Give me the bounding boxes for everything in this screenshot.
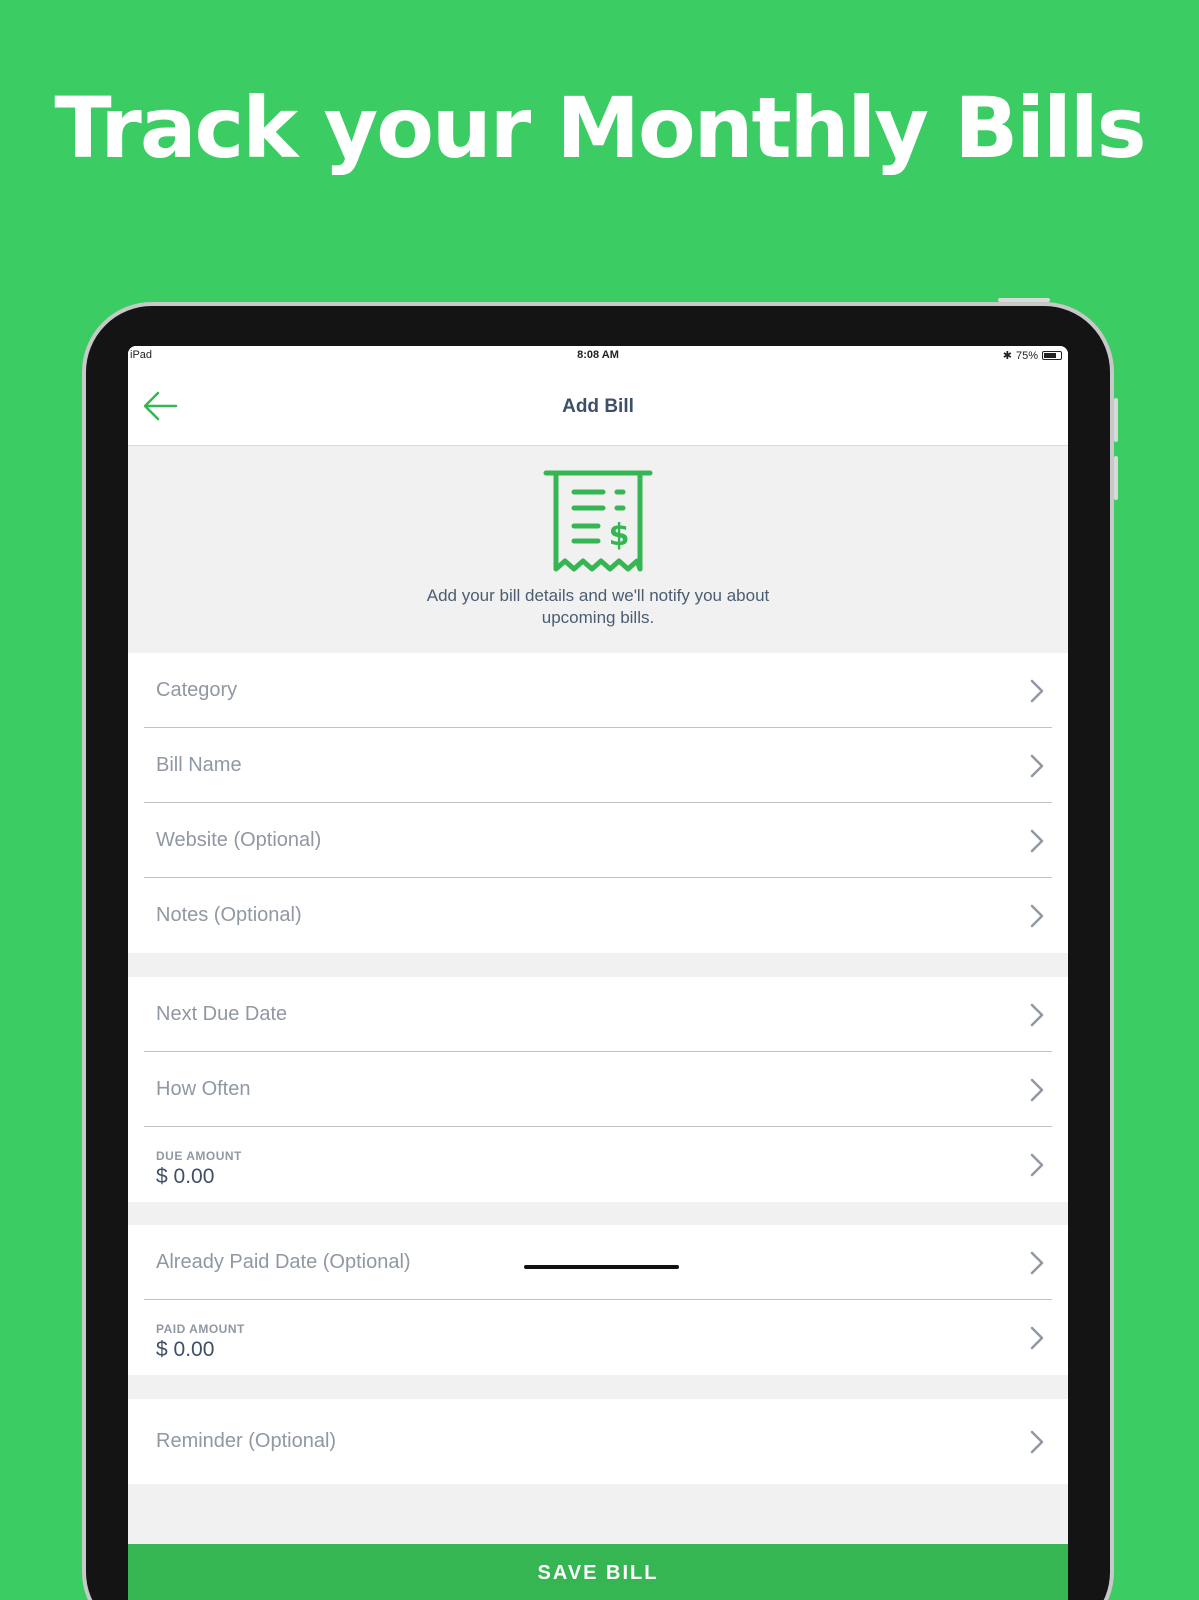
payment-section: Already Paid Date (Optional) PAID AMOUNT… xyxy=(128,1225,1068,1375)
bill-info-section: Category Bill Name Website (Optional) No… xyxy=(128,653,1068,953)
chevron-right-icon xyxy=(1030,754,1044,778)
svg-text:$: $ xyxy=(609,518,630,553)
page-title: Add Bill xyxy=(562,396,634,417)
device-volume-up-button xyxy=(1114,398,1118,442)
device-volume-down-button xyxy=(1114,456,1118,500)
paid-amount-value: $ 0.00 xyxy=(156,1338,215,1361)
headline: Track your Monthly Bills xyxy=(54,79,1146,177)
chevron-right-icon xyxy=(1030,1251,1044,1275)
chevron-right-icon xyxy=(1030,1078,1044,1102)
due-amount-value: $ 0.00 xyxy=(156,1165,215,1188)
row-label: Bill Name xyxy=(156,754,242,776)
due-amount-row[interactable]: DUE AMOUNT $ 0.00 xyxy=(144,1127,1052,1202)
hero-section: $ Add your bill details and we'll notify… xyxy=(128,447,1068,652)
row-label: Next Due Date xyxy=(156,1003,288,1025)
home-indicator xyxy=(524,1265,679,1269)
chevron-right-icon xyxy=(1030,1326,1044,1350)
status-right: ✱ 75% xyxy=(1003,349,1062,362)
row-label: How Often xyxy=(156,1078,251,1100)
notes-row[interactable]: Notes (Optional) xyxy=(144,878,1052,953)
how-often-row[interactable]: How Often xyxy=(144,1052,1052,1127)
chevron-right-icon xyxy=(1030,1003,1044,1027)
next-due-date-row[interactable]: Next Due Date xyxy=(144,977,1052,1052)
category-row[interactable]: Category xyxy=(144,653,1052,728)
paid-amount-row[interactable]: PAID AMOUNT $ 0.00 xyxy=(144,1300,1052,1375)
reminder-section: Reminder (Optional) xyxy=(128,1399,1068,1484)
schedule-section: Next Due Date How Often DUE AMOUNT $ 0.0… xyxy=(128,977,1068,1202)
battery-percent: 75% xyxy=(1015,349,1038,362)
chevron-right-icon xyxy=(1030,1153,1044,1177)
reminder-row[interactable]: Reminder (Optional) xyxy=(144,1399,1052,1484)
bluetooth-icon: ✱ xyxy=(1002,350,1012,362)
already-paid-date-row[interactable]: Already Paid Date (Optional) xyxy=(144,1225,1052,1300)
nav-bar: Add Bill xyxy=(128,366,1068,446)
website-row[interactable]: Website (Optional) xyxy=(144,803,1052,878)
app-screen: iPad 8:08 AM ✱ 75% Add Bill $ Add your b… xyxy=(128,346,1068,1600)
row-label: Website (Optional) xyxy=(156,829,322,851)
row-label: Notes (Optional) xyxy=(156,904,302,926)
due-amount-caption: DUE AMOUNT xyxy=(156,1149,242,1163)
row-label: Already Paid Date (Optional) xyxy=(156,1251,411,1273)
paid-amount-caption: PAID AMOUNT xyxy=(156,1322,245,1336)
chevron-right-icon xyxy=(1030,679,1044,703)
chevron-right-icon xyxy=(1030,1430,1044,1454)
status-bar: iPad 8:08 AM ✱ 75% xyxy=(128,346,1068,366)
battery-fill xyxy=(1044,353,1056,358)
receipt-dollar-icon: $ xyxy=(543,470,653,572)
chevron-right-icon xyxy=(1030,904,1044,928)
row-label: Category xyxy=(156,679,238,701)
chevron-right-icon xyxy=(1030,829,1044,853)
battery-icon xyxy=(1042,351,1062,360)
hero-description: Add your bill details and we'll notify y… xyxy=(426,586,770,627)
row-label: Reminder (Optional) xyxy=(156,1430,337,1452)
status-time: 8:08 AM xyxy=(577,349,619,361)
save-bill-button[interactable]: SAVE BILL xyxy=(128,1544,1068,1600)
bill-name-row[interactable]: Bill Name xyxy=(144,728,1052,803)
